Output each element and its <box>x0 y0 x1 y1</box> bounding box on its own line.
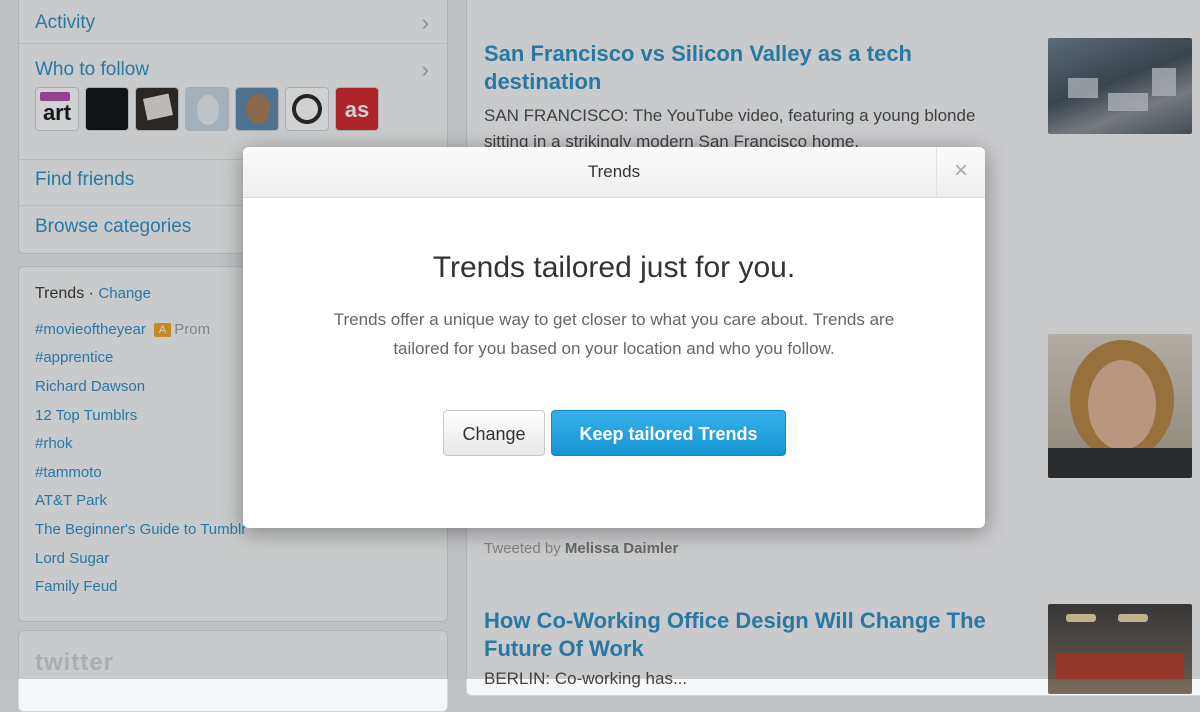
modal-heading: Trends tailored just for you. <box>432 251 796 284</box>
keep-tailored-trends-button[interactable]: Keep tailored Trends <box>551 410 786 456</box>
modal-title: Trends <box>587 162 641 181</box>
modal-header: Trends × <box>243 147 985 198</box>
modal-description: Trends offer a unique way to get closer … <box>333 310 895 358</box>
close-icon[interactable]: × <box>936 147 985 197</box>
trends-modal: Trends × Trends tailored just for you. T… <box>243 147 985 528</box>
change-button[interactable]: Change <box>443 410 545 456</box>
